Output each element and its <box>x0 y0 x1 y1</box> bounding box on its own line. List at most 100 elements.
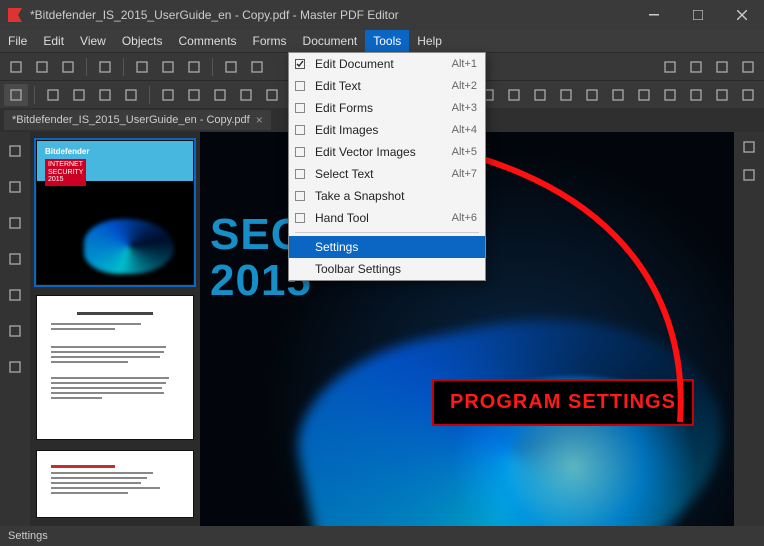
menu-item-edit-images[interactable]: Edit ImagesAlt+4 <box>289 119 485 141</box>
menu-item-label: Toolbar Settings <box>311 262 477 276</box>
tab-close-icon[interactable]: × <box>256 113 263 127</box>
check-icon <box>295 125 311 135</box>
tools-menu-dropdown: Edit DocumentAlt+1Edit TextAlt+2Edit For… <box>288 52 486 281</box>
edit-document-icon[interactable] <box>41 84 65 106</box>
menu-edit[interactable]: Edit <box>35 30 72 52</box>
ellipse-icon[interactable] <box>580 84 604 106</box>
edit-text-icon[interactable] <box>67 84 91 106</box>
form-field-icon[interactable] <box>156 84 180 106</box>
search-panel-icon[interactable] <box>4 248 26 270</box>
toolbar-separator <box>212 58 213 76</box>
menu-item-label: Edit Images <box>311 123 452 137</box>
menu-item-label: Edit Vector Images <box>311 145 452 159</box>
thumbnail-page-3[interactable] <box>36 450 194 518</box>
menu-comments[interactable]: Comments <box>171 30 245 52</box>
menu-item-edit-document[interactable]: Edit DocumentAlt+1 <box>289 53 485 75</box>
align-icon[interactable] <box>742 168 756 182</box>
pointer-icon[interactable] <box>4 84 28 106</box>
rect-icon[interactable] <box>554 84 578 106</box>
menu-objects[interactable]: Objects <box>114 30 171 52</box>
right-panel-rail <box>734 132 764 526</box>
thumbnails-panel[interactable]: Bitdefender INTERNET SECURITY 2015 <box>30 132 200 526</box>
check-icon <box>295 103 311 113</box>
attachment-icon[interactable] <box>736 84 760 106</box>
menu-bar: FileEditViewObjectsCommentsFormsDocument… <box>0 30 764 52</box>
menu-help[interactable]: Help <box>409 30 450 52</box>
note-icon[interactable] <box>684 84 708 106</box>
zoom-out-icon[interactable] <box>658 56 682 78</box>
menu-separator <box>295 232 479 233</box>
check-icon <box>295 59 311 69</box>
menu-item-shortcut: Alt+3 <box>452 102 477 114</box>
thumbnail-page-1[interactable]: Bitdefender INTERNET SECURITY 2015 <box>36 140 194 285</box>
thumbnail-page-2[interactable] <box>36 295 194 440</box>
check-icon <box>295 81 311 91</box>
menu-item-take-a-snapshot[interactable]: Take a Snapshot <box>289 185 485 207</box>
attachments-panel-icon[interactable] <box>4 212 26 234</box>
arrow-icon[interactable] <box>502 84 526 106</box>
redo-icon[interactable] <box>245 56 269 78</box>
copy-icon[interactable] <box>130 56 154 78</box>
save-file-icon[interactable] <box>56 56 80 78</box>
shapes-icon[interactable] <box>234 84 258 106</box>
search-icon[interactable] <box>736 56 760 78</box>
table-icon[interactable] <box>208 84 232 106</box>
window-title: *Bitdefender_IS_2015_UserGuide_en - Copy… <box>30 8 632 22</box>
layers-icon[interactable] <box>4 284 26 306</box>
menu-file[interactable]: File <box>0 30 35 52</box>
menu-item-shortcut: Alt+7 <box>452 168 477 180</box>
menu-document[interactable]: Document <box>295 30 366 52</box>
image-icon[interactable] <box>182 84 206 106</box>
menu-item-settings[interactable]: Settings <box>289 236 485 258</box>
status-text: Settings <box>8 530 48 542</box>
left-panel-rail <box>0 132 30 526</box>
undo-icon[interactable] <box>219 56 243 78</box>
menu-item-label: Edit Forms <box>311 101 452 115</box>
menu-view[interactable]: View <box>72 30 114 52</box>
app-icon <box>6 6 24 24</box>
cloud-icon[interactable] <box>632 84 656 106</box>
paste-icon[interactable] <box>156 56 180 78</box>
menu-item-toolbar-settings[interactable]: Toolbar Settings <box>289 258 485 280</box>
menu-item-select-text[interactable]: Select TextAlt+7 <box>289 163 485 185</box>
open-file-icon[interactable] <box>30 56 54 78</box>
bookmarks-icon[interactable] <box>4 176 26 198</box>
zoom-in-icon[interactable] <box>710 56 734 78</box>
polygon-icon[interactable] <box>606 84 630 106</box>
toolbar-separator <box>149 86 150 104</box>
menu-item-shortcut: Alt+5 <box>452 146 477 158</box>
menu-item-edit-forms[interactable]: Edit FormsAlt+3 <box>289 97 485 119</box>
print-icon[interactable] <box>93 56 117 78</box>
cut-icon[interactable] <box>182 56 206 78</box>
menu-item-shortcut: Alt+6 <box>452 212 477 224</box>
toolbar-separator <box>34 86 35 104</box>
new-file-icon[interactable] <box>4 56 28 78</box>
menu-item-label: Select Text <box>311 167 452 181</box>
properties-icon[interactable] <box>742 140 756 154</box>
menu-item-edit-vector-images[interactable]: Edit Vector ImagesAlt+5 <box>289 141 485 163</box>
link-icon[interactable] <box>710 84 734 106</box>
menu-forms[interactable]: Forms <box>245 30 295 52</box>
stamp-icon[interactable] <box>658 84 682 106</box>
thumbnails-icon[interactable] <box>4 140 26 162</box>
menu-item-hand-tool[interactable]: Hand ToolAlt+6 <box>289 207 485 229</box>
menu-item-label: Hand Tool <box>311 211 452 225</box>
comments-panel-icon[interactable] <box>4 356 26 378</box>
menu-item-shortcut: Alt+4 <box>452 124 477 136</box>
text-box-icon[interactable] <box>119 84 143 106</box>
line-icon[interactable] <box>528 84 552 106</box>
menu-item-label: Take a Snapshot <box>311 189 477 203</box>
menu-tools[interactable]: Tools <box>365 30 409 52</box>
menu-item-label: Edit Text <box>311 79 452 93</box>
close-button[interactable] <box>720 0 764 30</box>
minimize-button[interactable] <box>632 0 676 30</box>
menu-item-edit-text[interactable]: Edit TextAlt+2 <box>289 75 485 97</box>
maximize-button[interactable] <box>676 0 720 30</box>
menu-item-shortcut: Alt+1 <box>452 58 477 70</box>
text-tool-icon[interactable] <box>93 84 117 106</box>
thumb-product: INTERNET SECURITY 2015 <box>45 159 86 186</box>
zoom-fit-icon[interactable] <box>684 56 708 78</box>
circle-icon[interactable] <box>260 84 284 106</box>
signatures-icon[interactable] <box>4 320 26 342</box>
document-tab[interactable]: *Bitdefender_IS_2015_UserGuide_en - Copy… <box>4 110 271 130</box>
